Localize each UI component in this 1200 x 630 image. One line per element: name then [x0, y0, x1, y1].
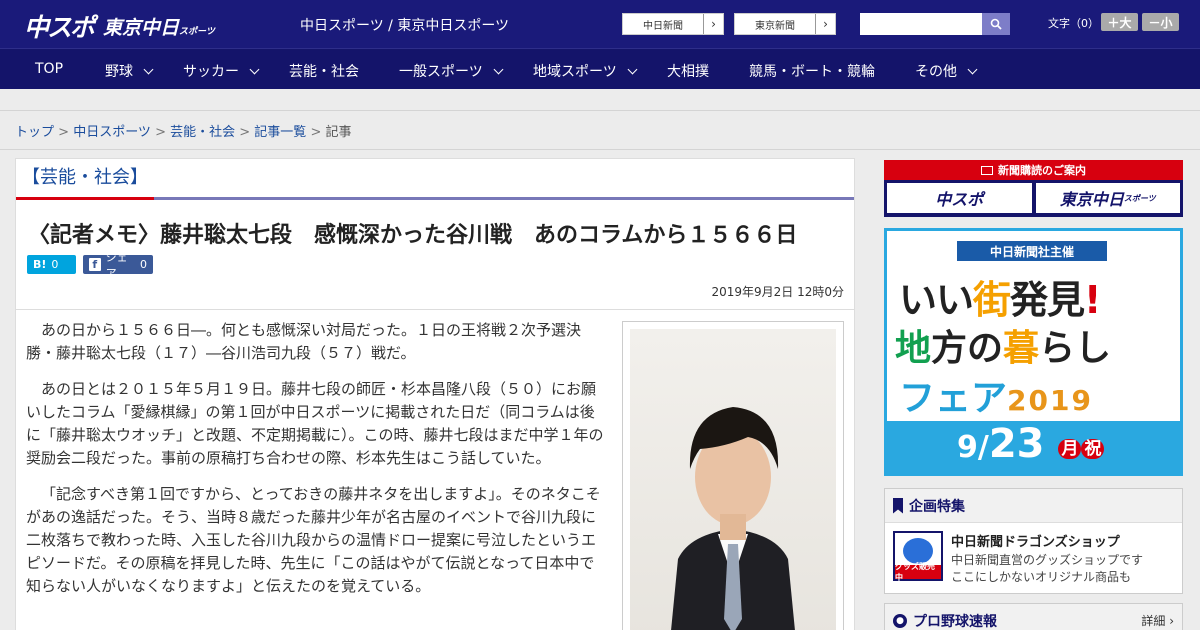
subscribe-tokyo-chunichi-logo[interactable]: 東京中日 スポーツ	[1035, 183, 1180, 213]
breadcrumb-entertainment[interactable]: 芸能・社会	[170, 125, 235, 140]
facebook-count: 0	[140, 258, 147, 271]
baseball-title: プロ野球速報	[913, 613, 997, 630]
facebook-icon: f	[89, 258, 101, 271]
chunichi-shimbun-link[interactable]: 中日新聞 ›	[622, 13, 724, 35]
baseball-details-link[interactable]: 詳細 ›	[1141, 612, 1174, 629]
newspaper-icon	[981, 165, 993, 175]
site-title[interactable]: 中日スポーツ / 東京中日スポーツ	[300, 15, 509, 35]
search-input[interactable]	[860, 13, 982, 35]
nav-item-baseball[interactable]: 野球	[105, 61, 154, 81]
search-button[interactable]	[982, 13, 1010, 35]
breadcrumb-current: 記事	[325, 125, 352, 140]
logo-tokyo-chunichi: 東京中日スポーツ	[103, 16, 215, 39]
shop-description: 中日新聞直営のグッズショップです ここにしかないオリジナル商品も	[951, 553, 1144, 584]
chevron-down-icon	[627, 64, 638, 74]
nav-item-top[interactable]: TOP	[35, 61, 63, 77]
font-larger-button[interactable]: ＋大	[1101, 13, 1138, 31]
hatena-icon: B!	[33, 258, 47, 271]
subscribe-chuspo-logo[interactable]: 中スポ	[887, 183, 1032, 213]
hatena-count: 0	[51, 258, 59, 271]
facebook-share-button[interactable]: f シェア 0	[83, 251, 153, 280]
font-smaller-button[interactable]: －小	[1142, 13, 1179, 31]
article-paragraph: あの日から１５６６日―。何とも感慨深い対局だった。１日の王将戦２次予選決勝・藤井…	[26, 321, 582, 362]
chevron-down-icon	[967, 64, 978, 74]
font-size-label: 文字（0）	[1048, 17, 1099, 30]
search-icon	[990, 18, 1002, 30]
baseball-icon: ●	[893, 613, 907, 628]
hatena-bookmark-button[interactable]: B! 0	[27, 255, 76, 274]
site-header: 中スポ 東京中日スポーツ 中日スポーツ / 東京中日スポーツ 中日新聞 › 東京…	[0, 0, 1200, 48]
nav-item-soccer[interactable]: サッカー	[183, 61, 260, 81]
nav-item-others[interactable]: その他	[915, 61, 978, 81]
fair-advertisement[interactable]: 中日新聞社主催 いい街発見! 地方の暮らし フェア2019 9/23 月祝	[884, 228, 1183, 476]
article-photo[interactable]	[622, 321, 844, 630]
chevron-right-icon: ›	[703, 14, 723, 34]
article-paragraph: あの日とは２０１５年５月１９日。藤井七段の師匠・杉本昌隆八段（５０）にお願いした…	[26, 380, 604, 467]
nav-item-sumo[interactable]: 大相撲	[667, 61, 709, 81]
article-body: あの日から１５６６日―。何とも感慨深い対局だった。１日の王将戦２次予選決勝・藤井…	[26, 319, 604, 611]
breadcrumb: トップ > 中日スポーツ > 芸能・社会 > 記事一覧 > 記事	[15, 125, 352, 140]
main-nav: TOP 野球 サッカー 芸能・社会 一般スポーツ 地域スポーツ 大相撲 競馬・ボ…	[0, 48, 1200, 89]
ribbon-icon	[893, 497, 903, 514]
chevron-right-icon: ›	[815, 14, 835, 34]
portrait-image	[671, 407, 795, 630]
breadcrumb-chuspo[interactable]: 中日スポーツ	[73, 125, 151, 140]
article-headline: 〈記者メモ〉藤井聡太七段 感慨深かった谷川戦 あのコラムから１５６６日	[28, 223, 798, 248]
chevron-down-icon	[493, 64, 504, 74]
section-title[interactable]: 【芸能・社会】	[22, 163, 148, 189]
dragons-shop-item[interactable]: グッズ販売中 中日新聞ドラゴンズショップ 中日新聞直営のグッズショップです ここ…	[885, 523, 1182, 594]
article-paragraph: 「記念すべき第１回ですから、とっておきの藤井ネタを出しますよ」。そのネタこそがあ…	[26, 485, 601, 595]
article-container: 【芸能・社会】 〈記者メモ〉藤井聡太七段 感慨深かった谷川戦 あのコラムから１５…	[15, 158, 855, 630]
nav-item-general-sports[interactable]: 一般スポーツ	[399, 61, 504, 81]
article-date: 2019年9月2日 12時0分	[711, 285, 844, 299]
baseball-scores-box: ● プロ野球速報 詳細 ›	[884, 603, 1183, 630]
breadcrumb-article-list[interactable]: 記事一覧	[254, 125, 306, 140]
breadcrumb-top[interactable]: トップ	[15, 125, 54, 140]
feature-title: 企画特集	[909, 498, 965, 515]
shop-title[interactable]: 中日新聞ドラゴンズショップ	[951, 531, 1143, 550]
subscription-ad[interactable]: 新聞購読のご案内 中スポ 東京中日 スポーツ	[884, 160, 1183, 217]
site-logo[interactable]: 中スポ 東京中日スポーツ	[24, 8, 215, 44]
chevron-down-icon	[249, 64, 260, 74]
nav-item-entertainment[interactable]: 芸能・社会	[289, 61, 359, 81]
logo-chuspo: 中スポ	[24, 13, 95, 42]
chevron-down-icon	[143, 64, 154, 74]
nav-item-local-sports[interactable]: 地域スポーツ	[533, 61, 638, 81]
nav-item-racing[interactable]: 競馬・ボート・競輪	[749, 61, 875, 81]
feature-box: 企画特集 グッズ販売中 中日新聞ドラゴンズショップ 中日新聞直営のグッズショップ…	[884, 488, 1183, 594]
sub-nav-band	[0, 89, 1200, 111]
tokyo-shimbun-link[interactable]: 東京新聞 ›	[734, 13, 836, 35]
dragons-shop-logo: グッズ販売中	[893, 531, 943, 582]
